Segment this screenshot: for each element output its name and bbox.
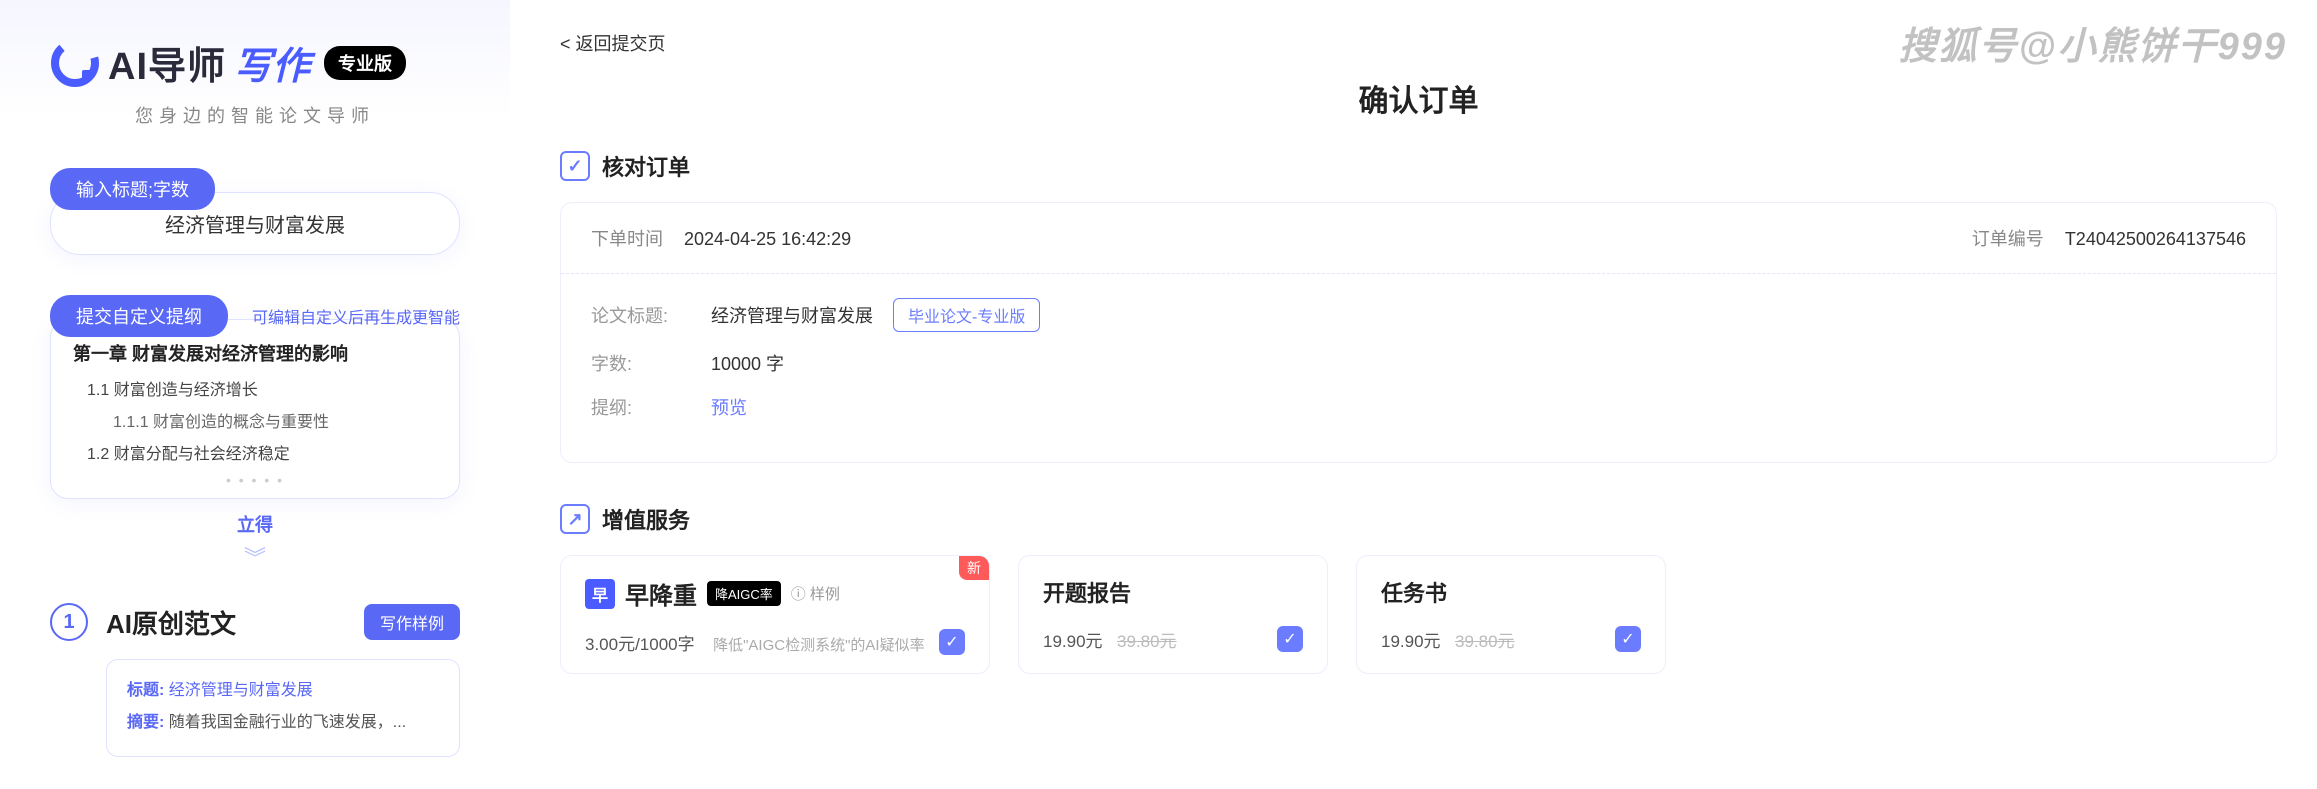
service-desc: 降低"AIGC检测系统"的AI疑似率 [713,637,925,654]
service-task-book[interactable]: 任务书 19.90元 39.80元 ✓ [1356,555,1666,674]
question-icon: ⓘ [791,583,806,604]
new-badge: 新 [959,556,989,580]
service-old-price: 39.80元 [1117,632,1177,651]
sample-topic-label: 标题: [127,682,164,699]
outline-label-pill: 提交自定义提纲 [50,295,228,337]
order-no-value: T24042500264137546 [2065,229,2246,249]
sample-topic-value: 经济管理与财富发展 [169,682,313,699]
order-card: 下单时间 2024-04-25 16:42:29 订单编号 T240425002… [560,202,2277,463]
order-time-label: 下单时间 [591,229,663,249]
services-row: 新 早 早降重 降AIGC率 ⓘ 样例 3.00元/1000字 降低"AIGC检… [560,555,2277,674]
watermark: 搜狐号@小熊饼干999 [1899,15,2287,70]
outline-sec: 1.1 财富创造与经济增长 [87,376,437,400]
input-label-pill: 输入标题;字数 [50,168,215,210]
outline-card[interactable]: 第一章 财富发展对经济管理的影响 1.1 财富创造与经济增长 1.1.1 财富创… [50,319,460,499]
step-number: 1 [50,603,88,641]
get-link[interactable]: 立得 [50,511,460,537]
preview-link[interactable]: 预览 [711,394,747,420]
wordcount-label: 字数: [591,350,711,376]
logo-text-main: AI导师 [108,35,226,90]
sample-abstract-label: 摘要: [127,714,164,731]
outline-hint: 可编辑自定义后再生成更智能 [252,304,460,328]
outline-chapter: 第一章 财富发展对经济管理的影响 [73,340,437,366]
right-panel: < 返回提交页 确认订单 ✓ 核对订单 下单时间 2024-04-25 16:4… [510,0,2317,789]
service-checkbox[interactable]: ✓ [1615,626,1641,652]
service-logo-icon: 早 [585,579,615,609]
sample-button[interactable]: 写作样例 [364,604,460,640]
order-time-value: 2024-04-25 16:42:29 [684,229,851,249]
input-section: 输入标题;字数 经济管理与财富发展 [50,168,460,255]
service-tag: 降AIGC率 [707,581,781,606]
service-opening-report[interactable]: 开题报告 19.90元 39.80元 ✓ [1018,555,1328,674]
outline-more: • • • • • [73,472,437,488]
service-logo-text: 早降重 [625,576,697,611]
example-link[interactable]: ⓘ 样例 [791,583,840,604]
service-title: 开题报告 [1043,576,1303,608]
logo-text-write: 写作 [234,35,310,90]
chevron-down-icon: ︾ [50,541,460,573]
sample-card: 标题: 经济管理与财富发展 摘要: 随着我国金融行业的飞速发展，... [106,659,460,757]
section-addon-label: 增值服务 [602,503,690,535]
sample-header: 1 AI原创范文 写作样例 [50,603,460,641]
topic-label: 论文标题: [591,302,711,328]
main-layout: AI导师 写作 专业版 您身边的智能论文导师 输入标题;字数 经济管理与财富发展… [0,0,2317,789]
service-price: 19.90元 [1043,632,1103,651]
service-checkbox[interactable]: ✓ [1277,626,1303,652]
outline-section: 提交自定义提纲 可编辑自定义后再生成更智能 第一章 财富发展对经济管理的影响 1… [50,295,460,573]
sample-title: AI原创范文 [106,604,346,641]
paper-type-tag: 毕业论文-专业版 [893,298,1040,332]
logo-icon [50,38,100,88]
section-addon-services: ↗ 增值服务 [560,503,2277,535]
section-verify-label: 核对订单 [602,150,690,182]
service-old-price: 39.80元 [1455,632,1515,651]
services-icon: ↗ [560,504,590,534]
service-price: 3.00元/1000字 [585,635,695,654]
service-aigc-reduce[interactable]: 新 早 早降重 降AIGC率 ⓘ 样例 3.00元/1000字 降低"AIGC检… [560,555,990,674]
outline-sec: 1.2 财富分配与社会经济稳定 [87,440,437,464]
order-no-label: 订单编号 [1972,229,2044,249]
back-link[interactable]: < 返回提交页 [560,30,666,56]
logo: AI导师 写作 专业版 [50,35,460,90]
service-price: 19.90元 [1381,632,1441,651]
outline-subsec: 1.1.1 财富创造的概念与重要性 [113,408,437,432]
left-panel: AI导师 写作 专业版 您身边的智能论文导师 输入标题;字数 经济管理与财富发展… [0,0,510,789]
sample-abstract-value: 随着我国金融行业的飞速发展，... [169,714,406,731]
topic-value: 经济管理与财富发展 [711,302,873,328]
service-checkbox[interactable]: ✓ [939,629,965,655]
pro-badge: 专业版 [324,46,406,80]
wordcount-value: 10000 字 [711,350,784,376]
page-title: 确认订单 [560,76,2277,120]
section-verify-order: ✓ 核对订单 [560,150,2277,182]
checklist-icon: ✓ [560,151,590,181]
service-title: 任务书 [1381,576,1641,608]
slogan: 您身边的智能论文导师 [50,102,460,128]
outline-label: 提纲: [591,394,711,420]
